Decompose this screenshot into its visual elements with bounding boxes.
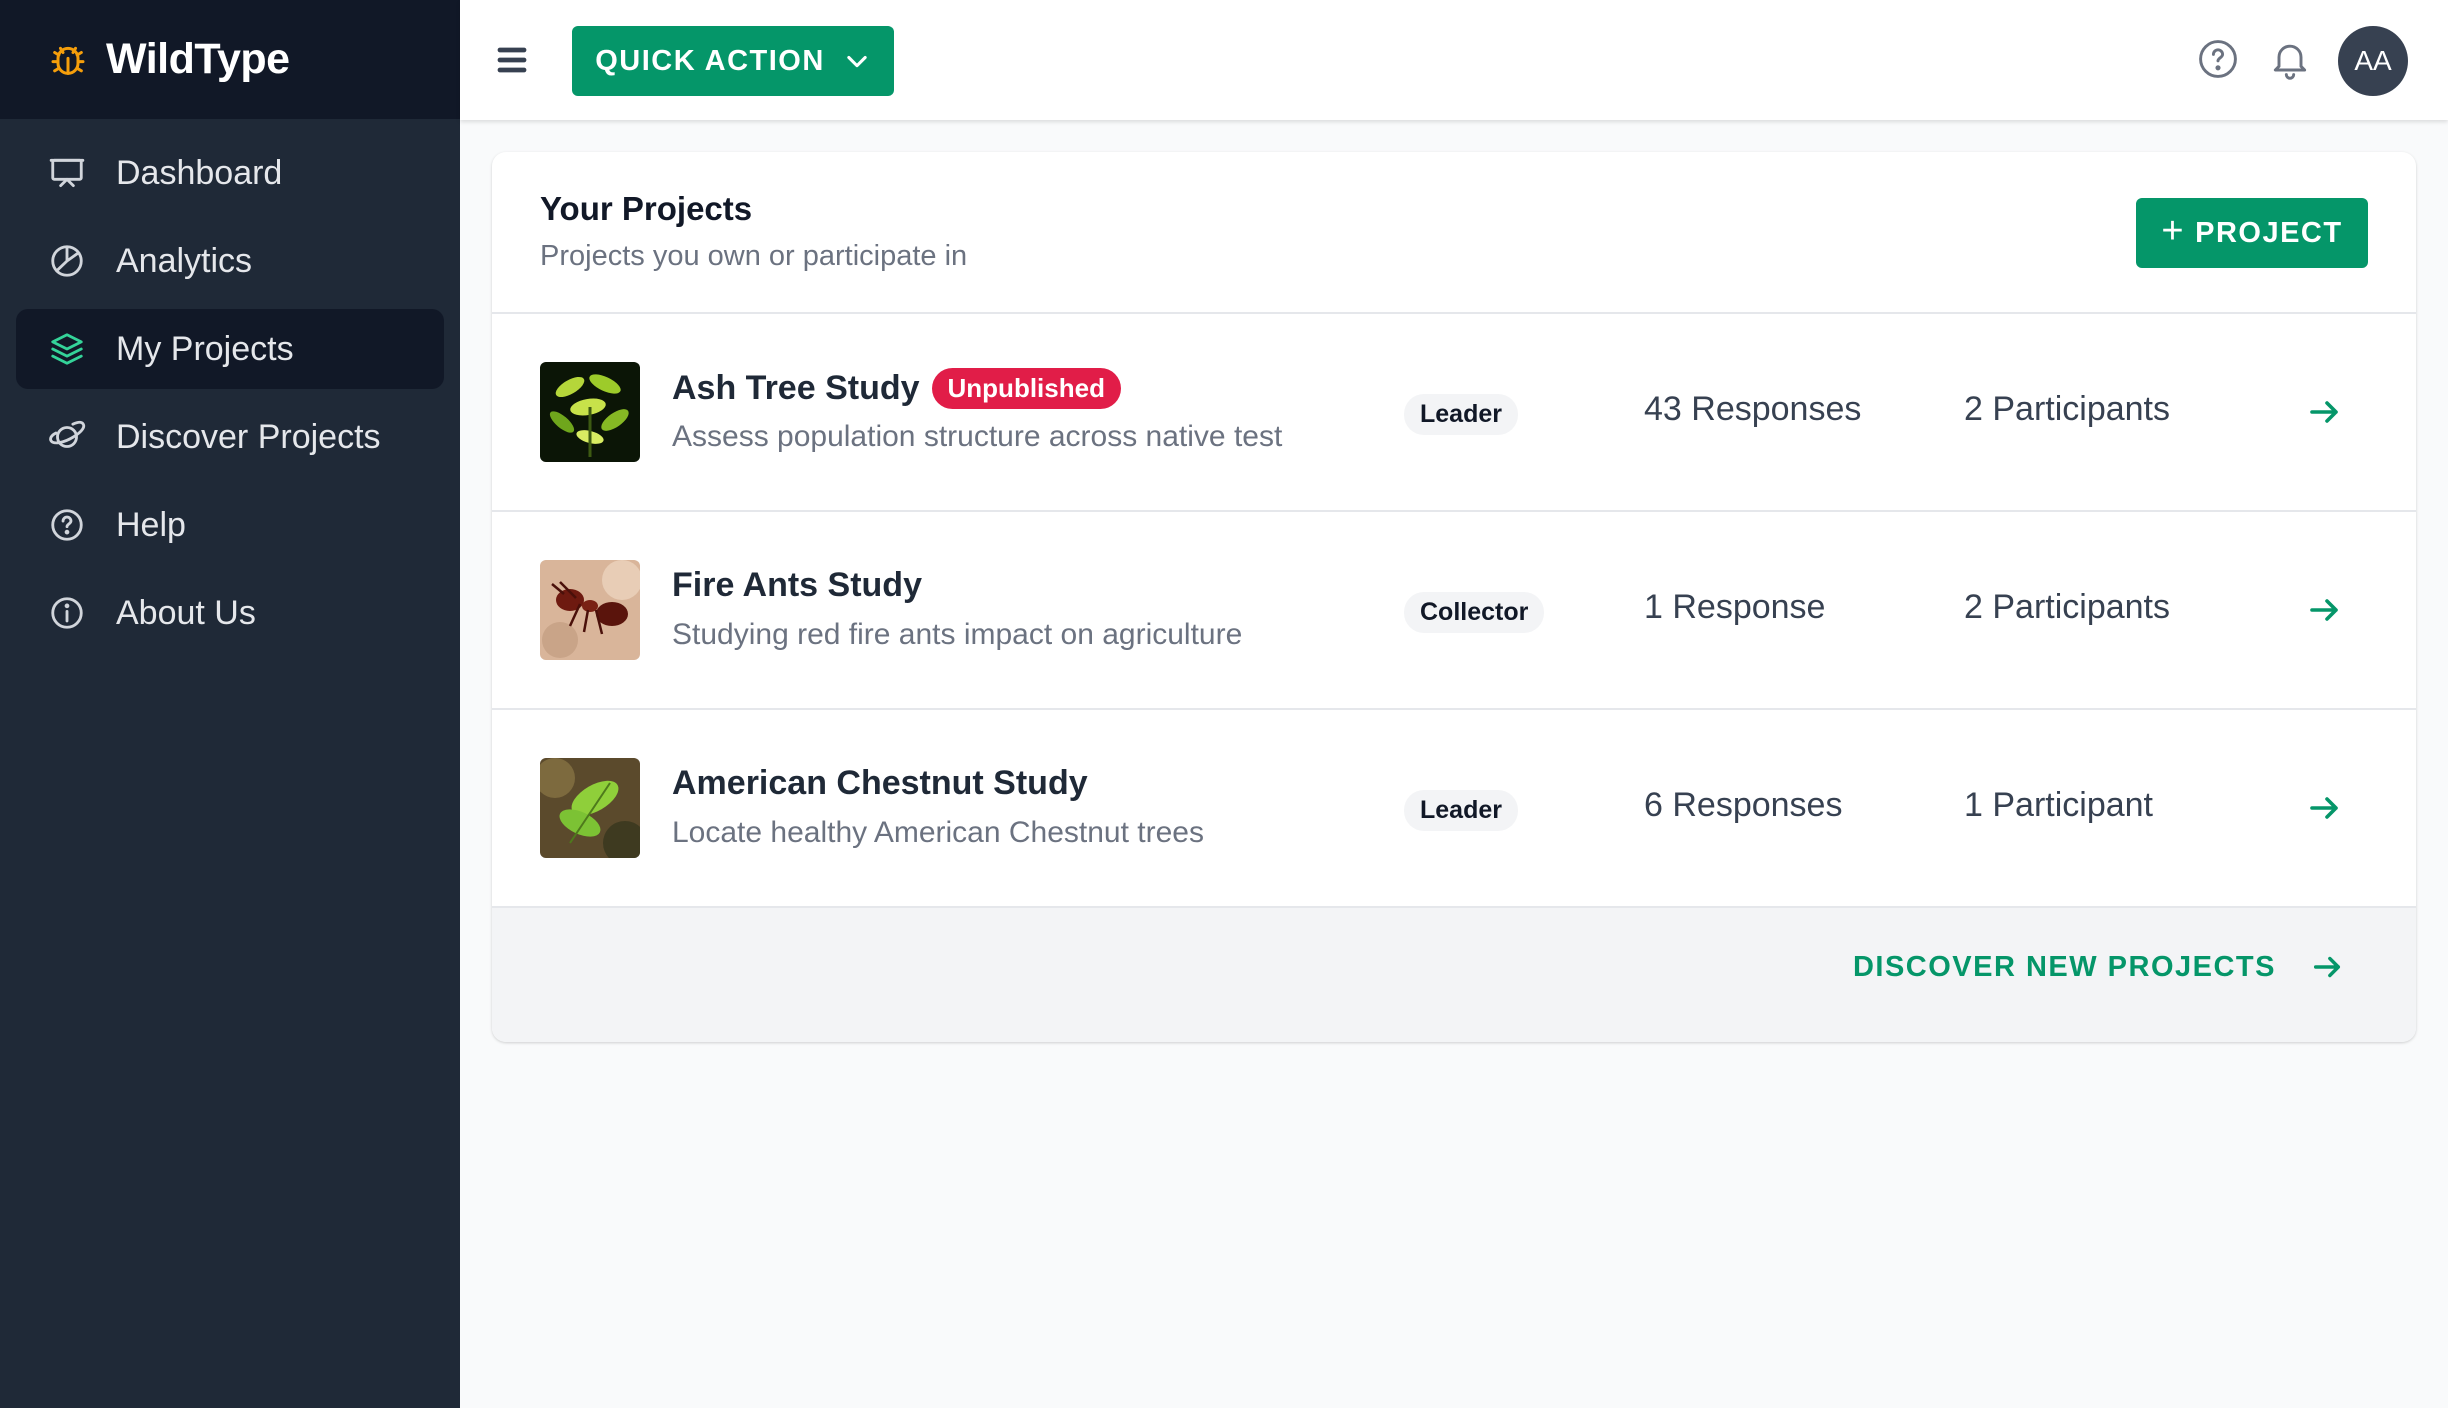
participants-count: 2 Participants [1964,588,2170,626]
avatar-initials: AA [2354,45,2392,76]
arrow-right-icon[interactable] [2306,394,2342,430]
card-footer: DISCOVER NEW PROJECTS [492,908,2416,1042]
app: WildType Dashboard Analytics My Projects [0,0,2448,1408]
project-row[interactable]: American Chestnut Study Locate healthy A… [492,710,2416,908]
project-description: Locate healthy American Chestnut trees [672,816,1204,849]
role-badge: Leader [1404,394,1518,435]
project-row[interactable]: Fire Ants Study Studying red fire ants i… [492,512,2416,710]
project-description: Assess population structure across nativ… [672,420,1283,453]
responses-count: 1 Response [1644,588,1826,626]
sidebar-item-label: About Us [116,593,256,632]
project-title: Ash Tree Study [672,369,920,407]
info-circle-icon [51,597,83,629]
help-icon[interactable] [2196,37,2240,81]
chestnut-leaf-thumbnail [540,758,640,858]
project-row[interactable]: Ash Tree Study Unpublished Assess popula… [492,314,2416,512]
sidebar-item-analytics[interactable]: Analytics [16,221,444,301]
layers-icon [51,333,83,365]
sidebar-item-label: Help [116,505,186,544]
hamburger-menu-icon[interactable] [488,42,536,78]
card-subtitle: Projects you own or participate in [540,240,968,272]
project-title: American Chestnut Study [672,764,1088,802]
sidebar-item-help[interactable]: Help [16,485,444,565]
bug-logo-icon [51,46,85,75]
leaf-thumbnail [540,362,640,462]
responses-count: 43 Responses [1644,390,1862,428]
topbar: QUICK ACTION AA [460,0,2448,120]
project-title: Fire Ants Study [672,566,922,604]
responses-count: 6 Responses [1644,786,1843,824]
sidebar-item-dashboard[interactable]: Dashboard [16,133,444,213]
user-avatar[interactable]: AA [2338,26,2408,96]
participants-count: 2 Participants [1964,390,2170,428]
project-title-line: Ash Tree Study Unpublished [672,368,1121,409]
ant-thumbnail [540,560,640,660]
add-project-button[interactable]: + PROJECT [2136,198,2368,268]
unpublished-badge: Unpublished [931,368,1121,409]
card-title: Your Projects [540,190,753,227]
role-badge: Collector [1404,592,1545,633]
sidebar-item-about-us[interactable]: About Us [16,573,444,653]
arrow-right-icon[interactable] [2306,592,2342,628]
project-title-line: Fire Ants Study [672,566,922,605]
question-circle-icon [51,509,83,541]
sidebar-item-label: My Projects [116,329,294,368]
add-project-label: PROJECT [2195,216,2343,249]
brand[interactable]: WildType [0,0,460,119]
sidebar-item-label: Dashboard [116,153,283,192]
brand-name: WildType [106,35,290,83]
planet-icon [49,420,86,448]
card-header: Your Projects Projects you own or partic… [492,152,2416,314]
sidebar-item-label: Analytics [116,241,253,280]
sidebar-item-label: Discover Projects [116,417,381,456]
plus-icon: + [2161,210,2186,252]
quick-action-button[interactable]: QUICK ACTION [572,26,894,96]
sidebar-nav: Dashboard Analytics My Projects Discover… [0,119,460,675]
sidebar: WildType Dashboard Analytics My Projects [0,0,460,1408]
projects-card: Your Projects Projects you own or partic… [492,152,2416,1042]
bell-icon[interactable] [2268,37,2312,81]
arrow-right-icon [2313,956,2341,978]
participants-count: 1 Participant [1964,786,2153,824]
discover-new-projects-link[interactable]: DISCOVER NEW PROJECTS [1853,950,2344,984]
arrow-right-icon[interactable] [2306,790,2342,826]
discover-link-label: DISCOVER NEW PROJECTS [1852,950,2276,983]
presentation-icon [49,158,85,188]
project-title-line: American Chestnut Study [672,764,1088,803]
sidebar-item-my-projects[interactable]: My Projects [16,309,444,389]
chevron-down-icon [847,55,867,68]
role-badge: Leader [1404,790,1518,831]
quick-action-label: QUICK ACTION [595,44,825,77]
sidebar-item-discover-projects[interactable]: Discover Projects [16,397,444,477]
project-description: Studying red fire ants impact on agricul… [672,618,1243,651]
pie-chart-icon [51,245,83,277]
